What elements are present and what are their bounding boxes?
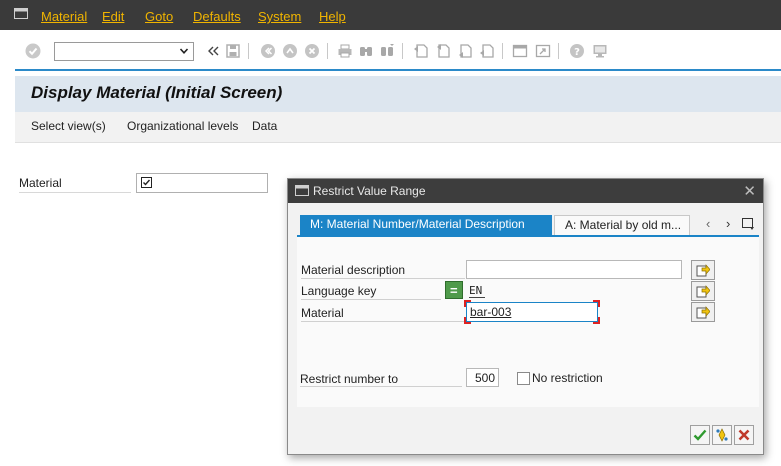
window-menu-icon[interactable] xyxy=(295,185,309,196)
material-description-label: Material description xyxy=(301,263,465,279)
multiple-selection-dialog-button[interactable] xyxy=(712,425,732,445)
title-bar: Display Material (Initial Screen) xyxy=(15,76,781,112)
tab-material-old-number[interactable]: A: Material by old m... xyxy=(554,215,690,235)
dialog-title: Restrict Value Range xyxy=(313,184,426,198)
last-page-icon[interactable] xyxy=(479,43,495,59)
material-input[interactable]: bar-003 xyxy=(464,300,600,324)
multiple-selection-button[interactable] xyxy=(691,281,715,301)
new-session-icon[interactable] xyxy=(512,43,528,59)
no-restriction-checkbox[interactable] xyxy=(517,372,530,385)
layout-icon[interactable] xyxy=(592,43,608,59)
checkmark-icon xyxy=(693,429,707,441)
menu-system[interactable]: System xyxy=(258,9,301,24)
svg-text:?: ? xyxy=(574,47,580,58)
next-page-icon[interactable] xyxy=(457,43,473,59)
no-restriction-label: No restriction xyxy=(532,371,603,385)
previous-page-icon[interactable] xyxy=(435,43,451,59)
tab-material-number[interactable]: M: Material Number/Material Description xyxy=(300,215,552,235)
find-icon[interactable] xyxy=(358,43,374,59)
multiple-selection-button[interactable] xyxy=(691,260,715,280)
back-arrows-icon[interactable] xyxy=(205,43,221,59)
cancel-icon xyxy=(738,429,750,441)
print-icon[interactable] xyxy=(337,43,353,59)
menu-defaults[interactable]: Defaults xyxy=(193,9,241,24)
required-field-icon xyxy=(141,177,152,188)
material-input[interactable] xyxy=(136,173,268,193)
continue-button[interactable] xyxy=(690,425,710,445)
help-icon[interactable]: ? xyxy=(569,43,585,59)
page-title: Display Material (Initial Screen) xyxy=(31,83,283,102)
shortcut-icon[interactable] xyxy=(535,43,551,59)
dialog-title-bar: Restrict Value Range ✕ xyxy=(288,179,763,203)
language-key-value[interactable]: EN xyxy=(469,284,485,298)
cancel-icon[interactable] xyxy=(304,43,320,59)
material-input-value: bar-003 xyxy=(470,305,512,319)
menu-help[interactable]: Help xyxy=(319,9,346,24)
menu-goto[interactable]: Goto xyxy=(145,9,173,24)
command-field[interactable] xyxy=(54,42,194,61)
multiple-selection-icon xyxy=(696,285,710,298)
chevron-left-icon[interactable]: ‹ xyxy=(706,216,710,231)
chevron-right-icon[interactable]: › xyxy=(726,216,730,231)
application-toolbar: Select view(s) Organizational levels Dat… xyxy=(15,112,781,143)
equals-icon[interactable]: = xyxy=(445,281,463,299)
find-next-icon[interactable] xyxy=(379,43,395,59)
enter-icon[interactable] xyxy=(25,43,41,59)
restrict-value-range-dialog: Restrict Value Range ✕ M: Material Numbe… xyxy=(287,178,764,455)
dialog-buttons xyxy=(690,425,760,447)
select-views-button[interactable]: Select view(s) xyxy=(31,119,106,133)
window-menu-icon[interactable] xyxy=(14,8,28,19)
material-label: Material xyxy=(19,176,131,193)
standard-toolbar: ? xyxy=(15,35,781,71)
menu-edit[interactable]: Edit xyxy=(102,9,124,24)
organizational-levels-button[interactable]: Organizational levels xyxy=(127,119,238,133)
cancel-button[interactable] xyxy=(734,425,754,445)
exit-icon[interactable] xyxy=(282,43,298,59)
multiple-selection-icon xyxy=(696,264,710,277)
first-page-icon[interactable] xyxy=(413,43,429,59)
tab-panel: Material description Language key = EN M… xyxy=(297,235,759,407)
multiple-selection-icon xyxy=(696,306,710,319)
data-button[interactable]: Data xyxy=(252,119,277,133)
close-icon[interactable]: ✕ xyxy=(743,182,756,200)
chevron-down-icon[interactable] xyxy=(179,46,189,56)
material-label: Material xyxy=(301,306,465,322)
material-description-input[interactable] xyxy=(466,260,682,279)
tab-strip: M: Material Number/Material Description … xyxy=(300,215,760,235)
multiple-selection-icon xyxy=(716,428,728,442)
language-key-label: Language key xyxy=(301,284,441,300)
save-icon[interactable] xyxy=(225,43,241,59)
tab-list-icon[interactable] xyxy=(742,218,756,231)
restrict-number-input[interactable]: 500 xyxy=(466,368,499,387)
restrict-number-label: Restrict number to xyxy=(300,372,462,387)
back-icon[interactable] xyxy=(260,43,276,59)
menu-material[interactable]: Material xyxy=(41,9,87,24)
menu-bar: Material Edit Goto Defaults System Help xyxy=(0,0,781,30)
multiple-selection-button[interactable] xyxy=(691,302,715,322)
